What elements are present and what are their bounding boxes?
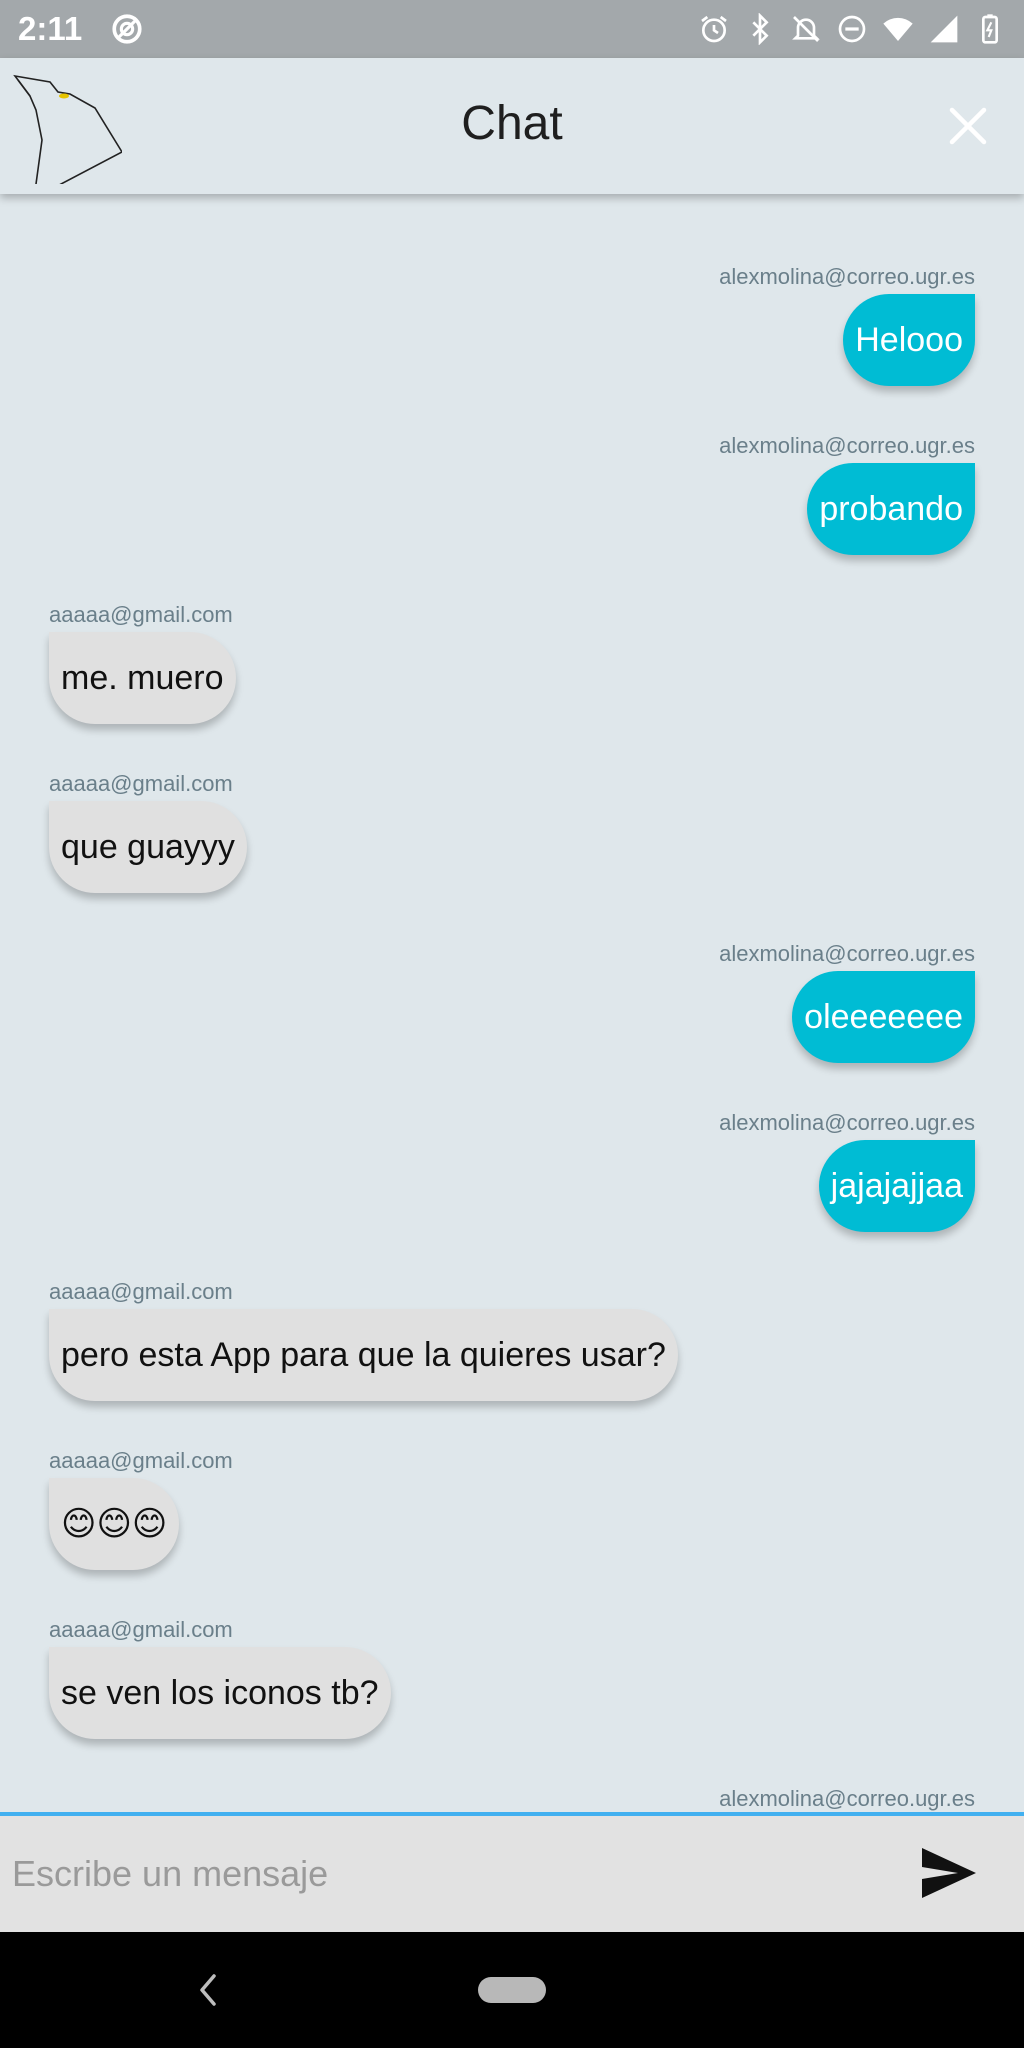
signal-icon — [930, 15, 958, 43]
message-bubble: 😊😊😊 — [49, 1478, 180, 1570]
message-sender: aaaaa@gmail.com — [49, 771, 233, 796]
message-sender: alexmolina@correo.ugr.es — [719, 1786, 975, 1811]
message-sender: alexmolina@correo.ugr.es — [719, 433, 975, 458]
message-item: alexmolina@correo.ugr.es — [719, 1786, 975, 1812]
navigation-bar — [0, 1932, 1024, 2048]
message-bubble: Helooo — [843, 294, 975, 386]
message-sender: alexmolina@correo.ugr.es — [719, 1110, 975, 1135]
message-sender: aaaaa@gmail.com — [49, 602, 233, 627]
message-bubble: oleeeeeee — [792, 971, 975, 1063]
home-button[interactable] — [478, 1977, 546, 2003]
close-icon[interactable] — [944, 102, 992, 150]
message-bubble: probando — [807, 463, 975, 555]
message-item: alexmolina@correo.ugr.es probando — [719, 433, 975, 555]
message-item: aaaaa@gmail.com me. muero — [49, 602, 236, 724]
sync-icon — [112, 14, 142, 44]
message-bubble: que guayyy — [49, 801, 247, 893]
alarm-icon — [701, 15, 727, 43]
message-bubble: pero esta App para que la quieres usar? — [49, 1309, 678, 1401]
message-list[interactable]: alexmolina@correo.ugr.es Helooo alexmoli… — [0, 194, 1024, 1812]
back-icon[interactable] — [196, 1972, 220, 2008]
message-bubble: se ven los iconos tb? — [49, 1647, 391, 1739]
status-time: 2:11 — [18, 10, 83, 47]
send-icon[interactable] — [920, 1846, 978, 1900]
status-bar: 2:11 — [0, 0, 1024, 58]
message-sender: alexmolina@correo.ugr.es — [719, 264, 975, 289]
battery-icon — [982, 14, 998, 44]
notifications-off-icon — [792, 16, 820, 42]
message-sender: alexmolina@correo.ugr.es — [719, 941, 975, 966]
message-input[interactable] — [12, 1834, 892, 1914]
message-item: aaaaa@gmail.com se ven los iconos tb? — [49, 1617, 391, 1739]
message-item: alexmolina@correo.ugr.es oleeeeeee — [719, 941, 975, 1063]
message-item: aaaaa@gmail.com 😊😊😊 — [49, 1448, 233, 1570]
message-item: alexmolina@correo.ugr.es Helooo — [719, 264, 975, 386]
message-sender: aaaaa@gmail.com — [49, 1617, 233, 1642]
message-bubble: me. muero — [49, 632, 236, 724]
message-item: aaaaa@gmail.com pero esta App para que l… — [49, 1279, 678, 1401]
message-bubble: jajajajjaa — [818, 1140, 975, 1232]
status-icons — [698, 13, 1006, 45]
message-item: aaaaa@gmail.com que guayyy — [49, 771, 247, 893]
message-sender: aaaaa@gmail.com — [49, 1448, 233, 1473]
do-not-disturb-icon — [838, 15, 866, 43]
bluetooth-icon — [752, 13, 769, 45]
message-item: alexmolina@correo.ugr.es jajajajjaa — [719, 1110, 975, 1232]
message-sender: aaaaa@gmail.com — [49, 1279, 233, 1304]
message-composer — [0, 1812, 1024, 1932]
app-bar: Chat — [0, 58, 1024, 194]
wifi-icon — [883, 17, 913, 41]
page-title: Chat — [461, 97, 563, 150]
